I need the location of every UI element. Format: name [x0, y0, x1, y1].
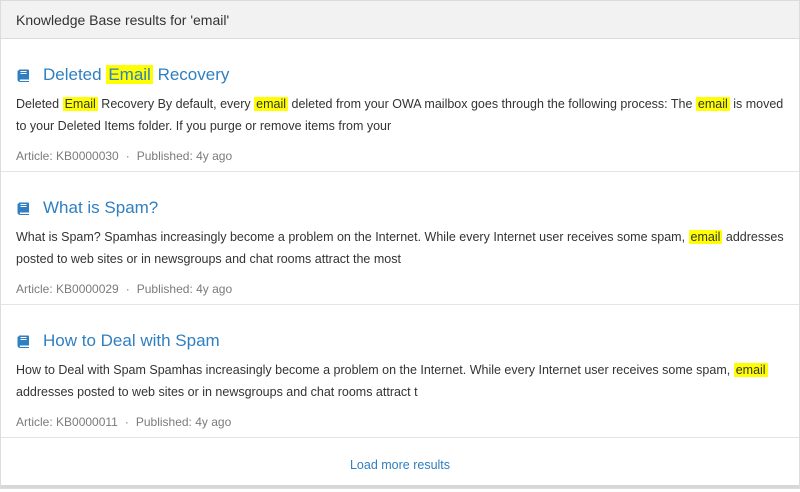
bottom-divider — [1, 485, 799, 488]
result-meta: Article: KB0000011 · Published: 4y ago — [16, 415, 784, 429]
meta-separator: · — [124, 415, 129, 429]
meta-separator: · — [125, 149, 130, 163]
panel-title: Knowledge Base results for 'email' — [16, 12, 230, 28]
highlight-term: email — [254, 97, 289, 111]
result-title-row: What is Spam? — [16, 196, 784, 220]
kb-results-panel: Knowledge Base results for 'email' Delet… — [0, 0, 800, 489]
book-icon — [16, 67, 32, 83]
load-more-link[interactable]: Load more results — [350, 458, 450, 472]
result-meta: Article: KB0000029 · Published: 4y ago — [16, 282, 784, 296]
article-number: Article: KB0000011 — [16, 415, 118, 429]
result-snippet: How to Deal with Spam Spamhas increasing… — [16, 363, 768, 399]
published-date: Published: 4y ago — [136, 282, 233, 296]
result-title-link[interactable]: What is Spam? — [43, 198, 158, 218]
meta-separator: · — [125, 282, 130, 296]
highlight-term: email — [733, 363, 768, 377]
article-number: Article: KB0000030 — [16, 149, 119, 163]
result-title-row: How to Deal with Spam — [16, 329, 784, 353]
result-item: How to Deal with Spam How to Deal with S… — [1, 305, 799, 438]
result-title-link[interactable]: Deleted Email Recovery — [43, 65, 229, 85]
load-more-row: Load more results — [1, 438, 799, 492]
book-icon — [16, 333, 32, 349]
result-title-row: Deleted Email Recovery — [16, 63, 784, 87]
highlight-term: email — [688, 230, 723, 244]
result-item: Deleted Email Recovery Deleted Email Rec… — [1, 39, 799, 172]
result-title-link[interactable]: How to Deal with Spam — [43, 331, 220, 351]
result-snippet: What is Spam? Spamhas increasingly becom… — [16, 230, 784, 266]
published-date: Published: 4y ago — [135, 415, 232, 429]
highlight-term: Email — [62, 97, 98, 111]
result-meta: Article: KB0000030 · Published: 4y ago — [16, 149, 784, 163]
result-snippet: Deleted Email Recovery By default, every… — [16, 97, 784, 133]
result-item: What is Spam? What is Spam? Spamhas incr… — [1, 172, 799, 305]
highlight-term: Email — [106, 65, 153, 84]
article-number: Article: KB0000029 — [16, 282, 119, 296]
book-icon — [16, 200, 32, 216]
highlight-term: email — [695, 97, 730, 111]
panel-header: Knowledge Base results for 'email' — [1, 1, 799, 39]
published-date: Published: 4y ago — [136, 149, 233, 163]
